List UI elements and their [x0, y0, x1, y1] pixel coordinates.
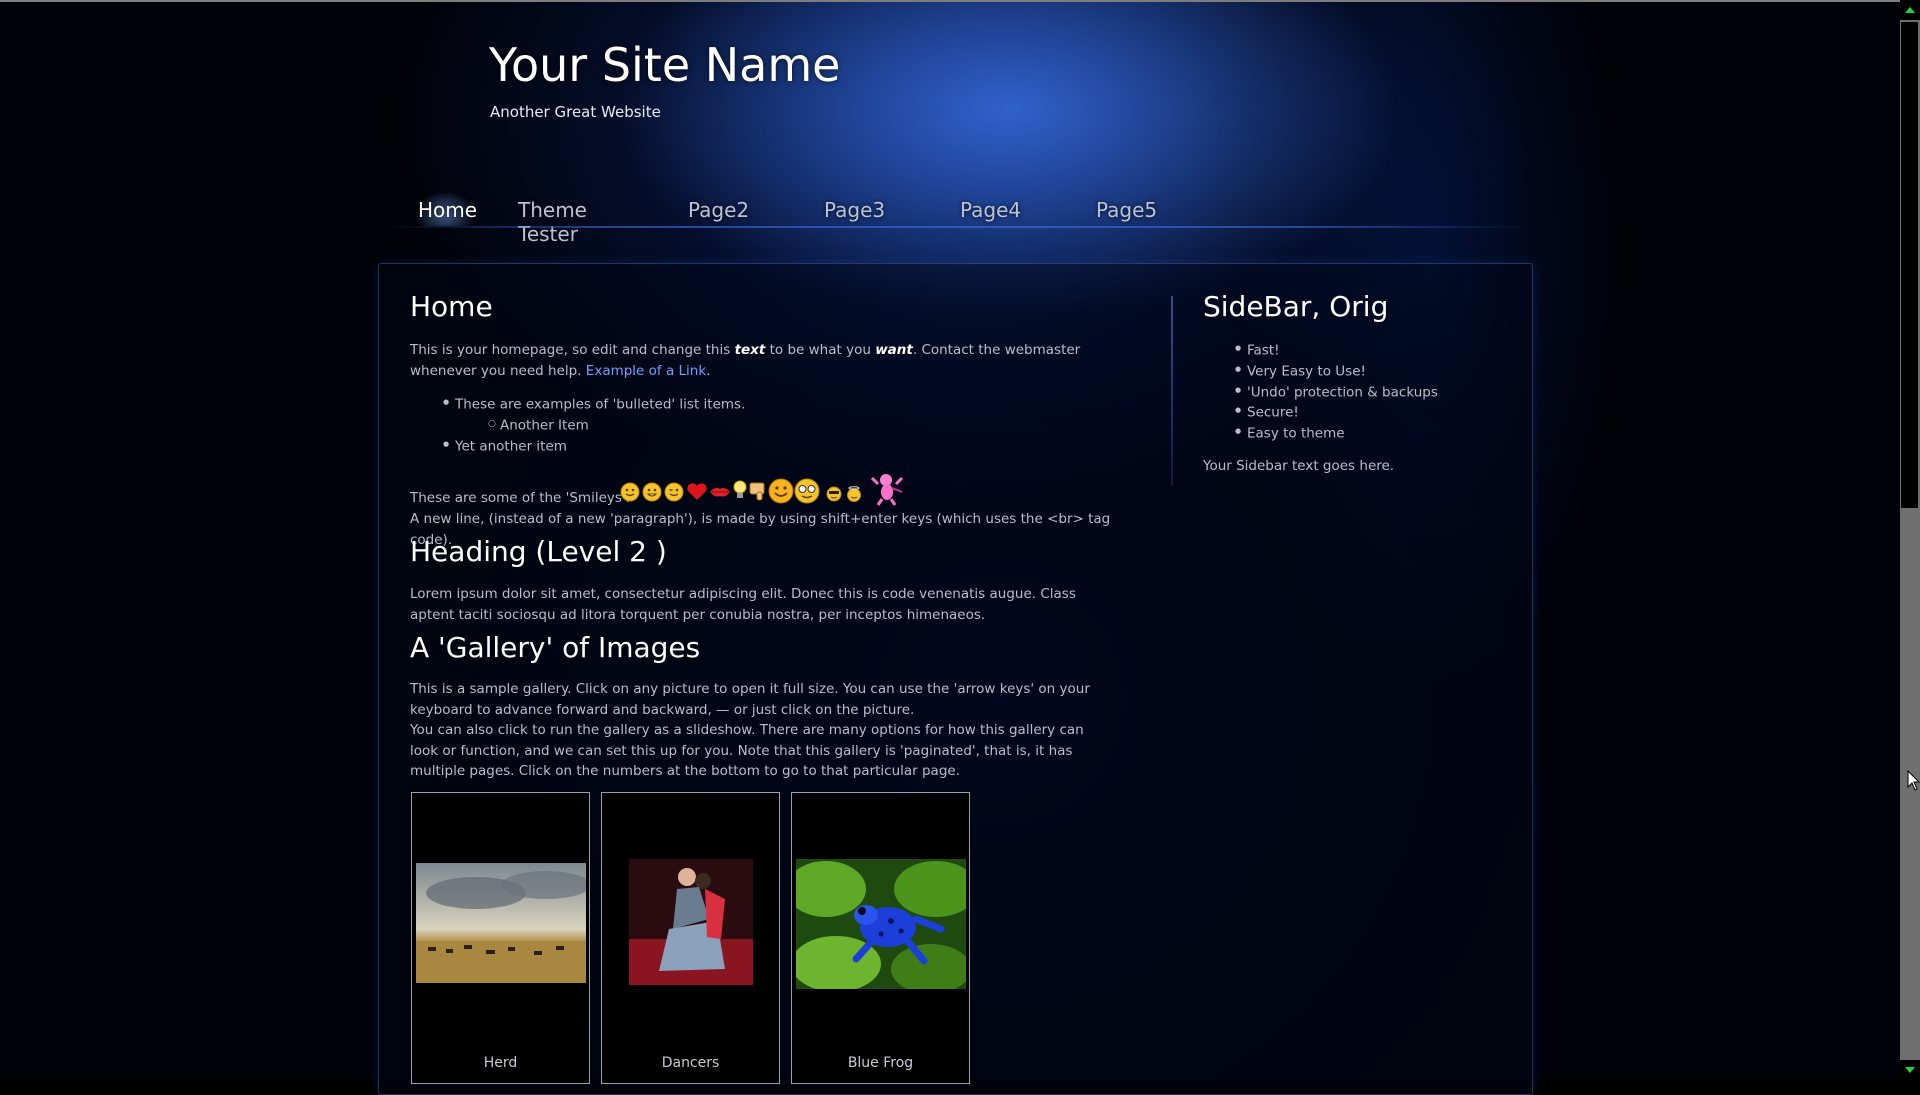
cool-icon — [826, 486, 842, 502]
thumb-caption: Blue Frog — [847, 1055, 914, 1071]
glasses-icon — [794, 478, 820, 504]
intro-em-want: want — [875, 342, 913, 358]
nav-item-page5[interactable]: Page5 — [1096, 198, 1157, 222]
blue-frog-image[interactable] — [796, 859, 966, 989]
page-heading: Home — [410, 290, 493, 323]
nav-item-theme-tester[interactable]: Theme Tester — [518, 198, 587, 246]
nav-underline — [380, 226, 1530, 228]
intro-text-2: to be what you — [765, 342, 876, 358]
example-link[interactable]: Example of a Link — [586, 363, 706, 379]
gallery-thumb-blue-frog[interactable]: Blue Frog — [791, 792, 970, 1084]
list-item: Yet another item — [443, 436, 745, 457]
sidebar-text: Your Sidebar text goes here. — [1203, 458, 1395, 474]
scrollbar-thumb[interactable] — [1901, 22, 1918, 508]
sidebar-list-item: Very Easy to Use! — [1235, 361, 1438, 382]
cupid-icon — [870, 474, 904, 506]
top-border — [0, 0, 1900, 2]
sidebar-heading: SideBar, Orig — [1203, 290, 1389, 323]
gallery-thumb-herd[interactable]: Herd — [411, 792, 590, 1084]
gallery-paragraph-1: This is a sample gallery. Click on any p… — [410, 681, 1090, 718]
thumbs-down-icon — [749, 482, 765, 501]
intro-em-text: text — [734, 342, 766, 358]
herd-image[interactable] — [416, 863, 586, 983]
nav-item-home[interactable]: Home — [418, 198, 477, 222]
sidebar-list-item: 'Undo' protection & backups — [1235, 382, 1438, 403]
vertical-scrollbar[interactable] — [1900, 0, 1920, 1080]
angel-icon — [847, 486, 861, 502]
sidebar-list-item: Easy to theme — [1235, 423, 1438, 444]
sidebar-list-item: Secure! — [1235, 402, 1438, 423]
list-item-nested: Another Item — [443, 415, 745, 436]
smileys-label: These are some of the 'Smileys': — [410, 490, 631, 506]
gallery-paragraph-2: You can also click to run the gallery as… — [410, 722, 1084, 779]
grin-icon — [642, 482, 662, 502]
big-smile-icon — [768, 478, 794, 504]
smileys-row — [618, 470, 918, 506]
nav-item-page2[interactable]: Page2 — [688, 198, 749, 222]
smile-icon — [620, 482, 640, 502]
wink-icon — [664, 482, 684, 502]
lightbulb-icon — [733, 480, 747, 498]
nav-item-page3[interactable]: Page3 — [824, 198, 885, 222]
site-tagline: Another Great Website — [490, 103, 661, 121]
sidebar-list-item: Fast! — [1235, 340, 1438, 361]
bullet-list: These are examples of 'bulleted' list it… — [443, 394, 745, 456]
gallery-thumb-dancers[interactable]: Dancers — [601, 792, 780, 1084]
gallery-heading: A 'Gallery' of Images — [410, 631, 701, 664]
arrow-up-icon — [1905, 7, 1915, 13]
arrow-down-icon — [1905, 1067, 1915, 1073]
heart-icon — [687, 483, 707, 500]
intro-text-4: . — [706, 362, 711, 379]
list-item: These are examples of 'bulleted' list it… — [443, 394, 745, 415]
nav-item-page4[interactable]: Page4 — [960, 198, 1021, 222]
sidebar-list: Fast! Very Easy to Use! 'Undo' protectio… — [1235, 340, 1438, 444]
sidebar-divider — [1171, 296, 1173, 486]
heading-level-2: Heading (Level 2 ) — [410, 535, 667, 568]
lips-icon — [710, 488, 730, 497]
site-title[interactable]: Your Site Name — [489, 38, 840, 92]
scroll-down-button[interactable] — [1900, 1060, 1920, 1080]
intro-paragraph: This is your homepage, so edit and chang… — [410, 340, 1100, 381]
intro-text-1: This is your homepage, so edit and chang… — [410, 342, 735, 358]
lorem-paragraph: Lorem ipsum dolor sit amet, consectetur … — [410, 586, 1076, 623]
thumb-caption: Dancers — [661, 1055, 720, 1071]
mouse-cursor-icon — [1907, 770, 1920, 791]
dancers-image[interactable] — [629, 859, 753, 985]
thumb-caption: Herd — [483, 1055, 518, 1071]
scroll-up-button[interactable] — [1900, 0, 1920, 20]
